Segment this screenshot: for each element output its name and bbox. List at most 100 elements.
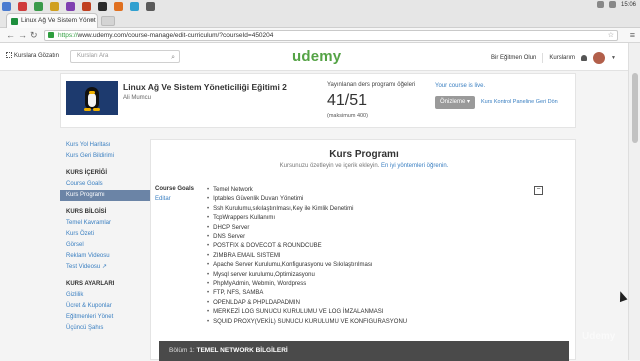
tray-icon[interactable] (608, 1, 616, 8)
tux-beak (89, 91, 95, 94)
list-item: DNS Server (207, 233, 407, 242)
back-arrow-icon[interactable]: ← (6, 29, 15, 41)
list-item: TcpWrappers Kullanımı (207, 214, 407, 223)
section-header[interactable]: Bölüm 1: TEMEL NETWORK BİLGİLERİ (159, 341, 569, 361)
my-courses-link[interactable]: Kurslarım (549, 55, 575, 61)
bell-icon[interactable] (581, 55, 588, 61)
app-icon[interactable] (82, 2, 91, 11)
app-icon[interactable] (66, 2, 75, 11)
sidebar-item-test-video[interactable]: Test Videosu ↗ (60, 262, 150, 273)
browse-label: Kurslara Gözatın (14, 53, 60, 59)
search-placeholder: Kursları Ara (77, 53, 109, 59)
scrollbar-thumb[interactable] (632, 73, 638, 143)
list-item: Apache Server Kurulumu,Konfigurasyonu ve… (207, 261, 407, 270)
list-item: MERKEZİ LOG SUNUCU KURULUMU VE LOG İMZAL… (207, 308, 407, 317)
tab-title: Linux Ağ Ve Sistem Yönet (21, 17, 96, 24)
reload-icon[interactable]: ↻ (30, 29, 38, 41)
sidebar-item-privacy[interactable]: Gizlilik (60, 290, 150, 301)
header-actions: Bir Eğitmen Olun Kurslarım ▼ (491, 52, 616, 64)
app-icon[interactable] (98, 2, 107, 11)
divider (542, 53, 544, 63)
page-subtitle: Kursunuzu özetleyin ve içerik ekleyin. E… (151, 163, 577, 169)
url-scheme: https:// (58, 32, 78, 39)
url-text: www.udemy.com/course-manage/edit-curricu… (77, 32, 274, 39)
course-goals-list: Temel Network Iptables Güvenlik Duvarı Y… (207, 186, 407, 327)
mouse-cursor-icon (616, 289, 628, 303)
list-item: FTP, NFS, SAMBA (207, 289, 407, 298)
app-icon[interactable] (34, 2, 43, 11)
bookmark-star-icon[interactable]: ☆ (608, 31, 614, 40)
browser-menu-icon[interactable]: ≡ (630, 29, 635, 41)
list-item: PhpMyAdmin, Webmin, Wordpress (207, 280, 407, 289)
search-icon[interactable]: ⌕ (171, 52, 175, 63)
sidebar-item-manage-instructors[interactable]: Eğitmenleri Yönet (60, 312, 150, 323)
course-live-status: Your course is live. (435, 83, 486, 89)
system-tray: 15:06 (596, 1, 636, 8)
list-item: DHCP Server (207, 224, 407, 233)
published-items-label: Yayınlanan ders programı öğeleri (327, 82, 416, 88)
list-item: ZIMBRA EMAIL SISTEMI (207, 252, 407, 261)
page-scrollbar[interactable] (628, 43, 640, 360)
address-bar[interactable]: https://www.udemy.com/course-manage/edit… (44, 30, 618, 41)
preview-button[interactable]: Önizleme ▾ (435, 96, 475, 109)
sidebar-item-basics[interactable]: Temel Kavramlar (60, 218, 150, 229)
app-icon[interactable] (2, 2, 11, 11)
list-item: SQUID PROXY(VEKİL) SUNUCU KURULUMU VE KO… (207, 318, 407, 327)
collapse-goals-button[interactable]: − (534, 186, 543, 195)
sidebar-heading-content: KURS İÇERİĞİ (66, 170, 108, 176)
best-practices-link[interactable]: En iyi yöntemleri öğrenin. (381, 163, 448, 169)
back-to-dashboard-link[interactable]: Kurs Kontrol Paneline Geri Dön (481, 99, 558, 105)
browser-toolbar: ← → ↻ https://www.udemy.com/course-manag… (0, 28, 640, 43)
app-icon[interactable] (18, 2, 27, 11)
list-item: POSTFIX & DOVECOT & ROUNDCUBE (207, 242, 407, 251)
tux-foot (84, 108, 91, 111)
sidebar-item-roadmap[interactable]: Kurs Yol Haritası (60, 140, 150, 151)
browser-tab[interactable]: Linux Ağ Ve Sistem Yönet × (6, 13, 98, 28)
list-item: OPENLDAP & PHPLDAPADMIN (207, 299, 407, 308)
chevron-down-icon[interactable]: ▼ (611, 55, 616, 61)
sidebar-item-image[interactable]: Görsel (60, 240, 150, 251)
watermark: Udemy (582, 331, 616, 342)
sidebar-item-summary[interactable]: Kurs Özeti (60, 229, 150, 240)
course-thumbnail (66, 81, 118, 115)
search-input[interactable]: Kursları Ara ⌕ (70, 50, 180, 63)
sidebar-heading-settings: KURS AYARLARI (66, 281, 115, 287)
tray-icon[interactable] (596, 1, 604, 8)
become-instructor-link[interactable]: Bir Eğitmen Olun (491, 55, 536, 61)
list-item: Ssh Kurulumu,sıkılaştırılması,Key ile Ki… (207, 205, 407, 214)
clock: 15:06 (620, 1, 636, 8)
sidebar-item-curriculum[interactable]: Kurs Programı (60, 190, 150, 201)
udemy-favicon-icon (11, 18, 18, 25)
grid-icon (6, 52, 12, 58)
close-tab-icon[interactable]: × (90, 14, 94, 28)
lock-icon (48, 32, 54, 38)
course-title: Linux Ağ Ve Sistem Yöneticiliği Eğitimi … (123, 82, 287, 92)
sidebar-item-promo-video[interactable]: Reklam Videosu (60, 251, 150, 262)
site-header: Kurslara Gözatın Kursları Ara ⌕ udemy Bi… (0, 43, 628, 71)
list-item: Temel Network (207, 186, 407, 195)
tux-foot (93, 108, 100, 111)
new-tab-button[interactable] (101, 16, 115, 26)
udemy-logo[interactable]: udemy (292, 48, 341, 65)
app-icon[interactable] (50, 2, 59, 11)
published-items-max: (maksimum 400) (327, 113, 368, 119)
list-item: Mysql server kurulumu,Optimizasyonu (207, 271, 407, 280)
sidebar-item-price-coupons[interactable]: Ücret & Kuponlar (60, 301, 150, 312)
sidebar-item-third-party[interactable]: Üçüncü Şahıs (60, 323, 150, 334)
sidebar-item-feedback[interactable]: Kurs Geri Bildirimi (60, 151, 150, 162)
tux-belly (88, 93, 96, 107)
course-sidebar: Kurs Yol Haritası Kurs Geri Bildirimi KU… (60, 140, 150, 360)
section-title: TEMEL NETWORK BİLGİLERİ (196, 347, 288, 354)
app-icon[interactable] (146, 2, 155, 11)
sidebar-item-course-goals[interactable]: Course Goals (60, 179, 150, 190)
subtitle-text: Kursunuzu özetleyin ve içerik ekleyin. (279, 163, 380, 169)
browse-courses-button[interactable]: Kurslara Gözatın (6, 52, 59, 59)
page-title: Kurs Programı (329, 149, 399, 160)
course-goals-edit-link[interactable]: Editar (155, 196, 171, 202)
forward-arrow-icon[interactable]: → (18, 29, 27, 41)
app-icon[interactable] (114, 2, 123, 11)
browser-tabstrip: 15:06 Linux Ağ Ve Sistem Yönet × (0, 0, 640, 28)
app-icon[interactable] (130, 2, 139, 11)
avatar[interactable] (593, 52, 606, 64)
course-author-link[interactable]: Ali Mumcu (123, 95, 151, 101)
